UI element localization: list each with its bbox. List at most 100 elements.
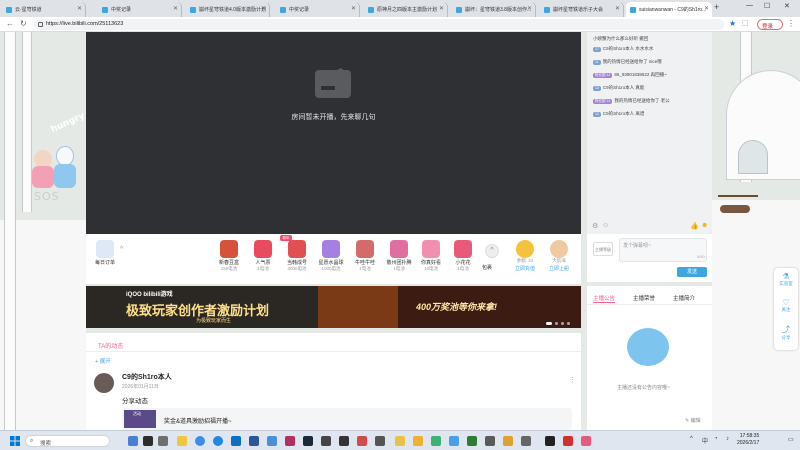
app-icon[interactable] [395, 436, 405, 446]
more-gifts-button[interactable]: ^ [485, 244, 499, 258]
system-clock[interactable]: 17:58:35 2026/2/17 [737, 433, 759, 447]
tab-honors[interactable]: 主播荣誉 [633, 294, 655, 302]
app-icon[interactable] [128, 436, 138, 446]
login-button[interactable]: 登录 [757, 19, 783, 30]
language-indicator[interactable]: 中 [702, 436, 708, 445]
edit-button[interactable]: ✎ 编辑 [685, 417, 701, 424]
promo-banner[interactable]: iQOO bilibili游戏 极致玩家创作者激励计划 为极致玩家而生 400万… [86, 286, 581, 328]
close-tab-icon[interactable]: ✕ [351, 5, 356, 12]
gift-item[interactable]: 小花花 1电池 [448, 240, 478, 272]
url-field[interactable]: https://live.bilibili.com/25113623 [34, 19, 724, 30]
share-button[interactable]: ⤴ 分享 [774, 324, 798, 341]
like-icon[interactable]: 👍 [690, 222, 699, 230]
app-icon[interactable] [321, 436, 331, 446]
gift-item[interactable]: 敬州团扑腾 1电池 [384, 240, 414, 272]
app-icon[interactable] [563, 436, 573, 446]
minimize-icon[interactable]: — [746, 2, 753, 9]
app-icon[interactable] [581, 436, 591, 446]
close-tab-icon[interactable]: ✕ [527, 5, 532, 12]
app-icon[interactable] [267, 436, 277, 446]
app-icon[interactable] [357, 436, 367, 446]
app-icon[interactable] [249, 436, 259, 446]
daily-order-button[interactable]: 每日订单 [90, 240, 120, 266]
close-tab-icon[interactable]: ✕ [704, 5, 709, 12]
gift-item[interactable]: 人气票 1电池 [248, 240, 278, 272]
close-tab-icon[interactable]: ✕ [261, 5, 266, 12]
app-icon[interactable] [143, 436, 153, 446]
app-icon[interactable] [485, 436, 495, 446]
carousel-dots[interactable] [546, 320, 573, 327]
video-player[interactable] [86, 32, 581, 234]
tray-chevron-icon[interactable]: ^ [690, 436, 693, 442]
chevron-up-icon[interactable]: ^ [120, 246, 123, 253]
tab-label: 云·星穹铁道 [15, 7, 42, 13]
close-tab-icon[interactable]: ✕ [77, 5, 82, 12]
tab-4[interactable]: 原神月之四版本主激励计划 ✕ [364, 2, 448, 17]
wifi-icon[interactable]: ◔ [714, 436, 718, 442]
tab-active[interactable]: suisianwanwan - C9的Sh1ro... ✕ [626, 2, 712, 17]
bookmark-star-icon[interactable]: ★ [729, 19, 736, 28]
smile-icon[interactable]: ☻ [701, 222, 708, 229]
steam-icon[interactable] [303, 436, 313, 446]
app-icon[interactable] [158, 436, 168, 446]
app-icon[interactable] [231, 436, 241, 446]
app-icon[interactable] [449, 436, 459, 446]
lab-button[interactable]: ⚗ 实验室 [774, 272, 798, 287]
taskbar-search[interactable]: ⌕ 搜索 [25, 435, 110, 447]
settings-icon[interactable]: ⚙ [592, 222, 598, 230]
tab-1[interactable]: 中奖记录 ✕ [98, 2, 182, 17]
volume-icon[interactable]: ♪ [726, 436, 729, 442]
app-icon[interactable] [467, 436, 477, 446]
tab-announcement[interactable]: 主播公告 [593, 294, 616, 303]
close-tab-icon[interactable]: ✕ [615, 5, 620, 12]
close-window-icon[interactable]: ✕ [784, 2, 790, 10]
more-options-icon[interactable]: ⋮ [569, 376, 576, 384]
reload-icon[interactable]: ↻ [20, 19, 27, 28]
close-tab-icon[interactable]: ✕ [173, 5, 178, 12]
tab-2[interactable]: 崩坏星穹铁道4.0版本激励计划 ✕ [186, 2, 270, 17]
send-button[interactable]: 发送 [677, 267, 707, 277]
gift-item[interactable]: 你真好看 10电池 [416, 240, 446, 272]
post-card[interactable]: 活动 奖金&道具激励招福开播~ [122, 408, 572, 430]
wechat-icon[interactable] [431, 436, 441, 446]
tab-5[interactable]: 崩坏：星穹铁道3.8版本创作... ✕ [452, 2, 536, 17]
chrome-icon[interactable] [195, 436, 205, 446]
edge-icon[interactable] [213, 436, 223, 446]
recharge-button[interactable]: 余额: 24 立即充值 [510, 240, 540, 272]
notification-icon[interactable]: ▭ [788, 436, 794, 443]
menu-icon[interactable]: ⋮ [787, 19, 795, 28]
tab-0[interactable]: 云·星穹铁道 ✕ [2, 2, 86, 17]
app-icon[interactable] [521, 436, 531, 446]
follow-button[interactable]: ♡ 关注 [774, 298, 798, 313]
app-icon[interactable] [503, 436, 513, 446]
extension-icon[interactable]: ⬚ [742, 19, 749, 27]
avatar[interactable] [94, 373, 114, 393]
chat-input-area: 主播等级 发个弹幕呗~ 0/40 发送 [587, 234, 712, 282]
app-icon[interactable] [413, 436, 423, 446]
post-username[interactable]: C9的Sh1ro本人 [122, 372, 172, 382]
app-icon[interactable] [285, 436, 295, 446]
tab-3[interactable]: 中奖记录 ✕ [276, 2, 360, 17]
package-label[interactable]: 包裹 [482, 264, 492, 271]
file-explorer-icon[interactable] [177, 436, 187, 446]
new-tab-icon[interactable]: + [714, 2, 719, 12]
close-tab-icon[interactable]: ✕ [439, 5, 444, 12]
tab-dynamics[interactable]: TA的动态 [98, 341, 123, 350]
gift-item[interactable]: 新春豆盒 150电池 [214, 240, 244, 272]
guard-button[interactable]: 大航海 立即上船 [544, 240, 574, 272]
app-icon[interactable] [545, 436, 555, 446]
app-icon[interactable] [375, 436, 385, 446]
expand-link[interactable]: + 展开 [95, 357, 111, 365]
level-selector[interactable]: 主播等级 [593, 242, 613, 256]
tab-6[interactable]: 崩坏星穹铁道乐子大会 ✕ [540, 2, 624, 17]
emoji-icon[interactable]: ☺ [602, 222, 609, 229]
app-icon[interactable] [339, 436, 349, 446]
chat-input[interactable]: 发个弹幕呗~ [619, 238, 707, 262]
tab-intro[interactable]: 主播简介 [673, 294, 695, 302]
back-icon[interactable]: ← [6, 19, 14, 28]
maximize-icon[interactable]: ☐ [764, 2, 770, 10]
gift-item[interactable]: 星愿水晶球 1000电池 [316, 240, 346, 272]
windows-start-icon[interactable] [10, 436, 20, 446]
gift-item[interactable]: 牛哇牛哇 1电池 [350, 240, 380, 272]
gift-item[interactable]: 当韩成号 3000电池 [282, 240, 312, 272]
